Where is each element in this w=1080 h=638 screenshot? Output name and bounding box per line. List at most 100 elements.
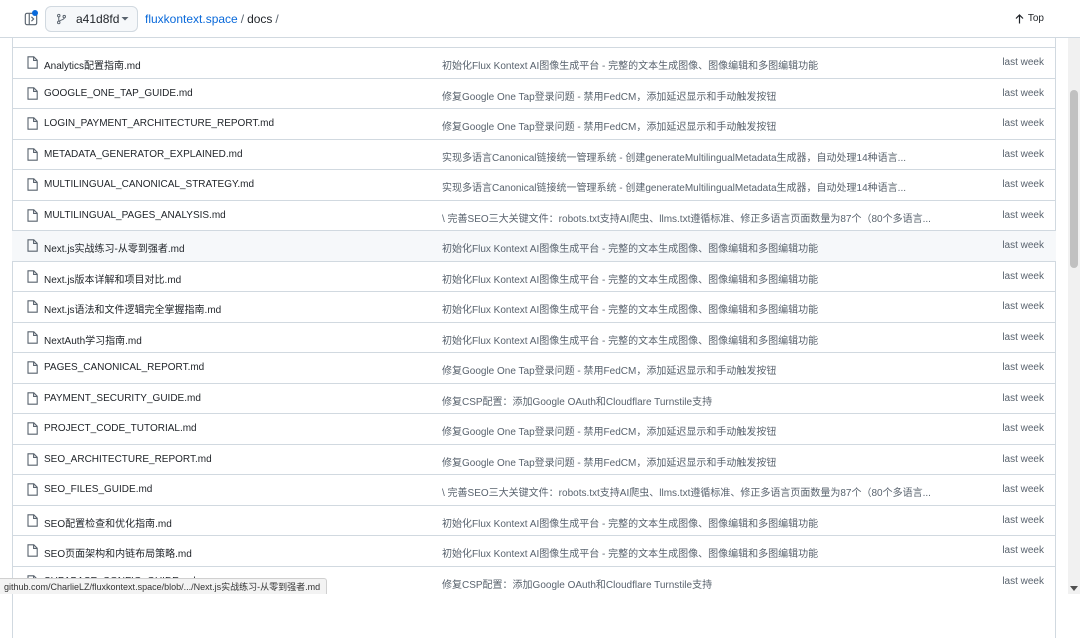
file-icon: [27, 56, 38, 69]
commit-date: last week: [1002, 240, 1044, 251]
table-row[interactable]: SEO_ARCHITECTURE_REPORT.md 修复Google One T…: [12, 443, 1056, 475]
arrow-up-icon: [1015, 13, 1024, 23]
commit-message-link[interactable]: 修复Google One Tap登录问题 - 禁用FedCM，添加延迟显示和手动…: [442, 118, 776, 133]
commit-date: last week: [1002, 423, 1044, 434]
file-icon: [27, 86, 38, 100]
table-row[interactable]: PROJECT_CODE_TUTORIAL.md 修复Google One Tap…: [12, 413, 1056, 444]
table-row[interactable]: SEO_FILES_GUIDE.md \ 完善SEO三大关键文件：robots.t…: [12, 474, 1056, 505]
scrollbar-thumb[interactable]: [1070, 90, 1078, 268]
commit-message-link[interactable]: 初始化Flux Kontext AI图像生成平台 - 完整的文本生成图像、图像编…: [442, 545, 818, 560]
file-icon: [27, 544, 38, 557]
commit-message-link[interactable]: 修复Google One Tap登录问题 - 禁用FedCM，添加延迟显示和手动…: [442, 454, 776, 469]
file-icon: [27, 483, 38, 496]
file-list: Analytics配置指南.md 初始化Flux Kontext AI图像生成平台…: [12, 47, 1056, 596]
expand-file-tree-button[interactable]: [17, 8, 45, 30]
page-scrollbar[interactable]: [1068, 0, 1080, 594]
table-row[interactable]: Analytics配置指南.md 初始化Flux Kontext AI图像生成平台…: [12, 47, 1056, 78]
file-icon: [27, 208, 38, 222]
file-icon-wrap: [27, 56, 38, 72]
file-icon: [27, 147, 38, 161]
file-name-link[interactable]: MULTILINGUAL_PAGES_ANALYSIS.md: [44, 210, 226, 221]
link-status-bar: github.com/CharlieLZ/fluxkontext.space/b…: [0, 578, 328, 594]
file-name-link[interactable]: SEO页面架构和内链布局策略.md: [44, 545, 192, 560]
commit-message-link[interactable]: 初始化Flux Kontext AI图像生成平台 - 完整的文本生成图像、图像编…: [442, 57, 818, 72]
file-name-link[interactable]: LOGIN_PAYMENT_ARCHITECTURE_REPORT.md: [44, 118, 274, 129]
table-row[interactable]: SEO页面架构和内链布局策略.md 初始化Flux Kontext AI图像生成平…: [12, 535, 1056, 566]
commit-message-link[interactable]: 修复CSP配置：添加Google OAuth和Cloudflare Turnst…: [442, 393, 712, 408]
file-icon: [27, 300, 38, 313]
breadcrumb-separator: /: [275, 12, 279, 26]
table-row[interactable]: Next.js实战练习-从零到强者.md 初始化Flux Kontext AI图像…: [12, 230, 1056, 261]
file-icon-wrap: [27, 361, 38, 377]
file-icon: [27, 513, 38, 527]
file-name-link[interactable]: Analytics配置指南.md: [44, 57, 141, 72]
commit-date: last week: [1002, 331, 1044, 343]
file-name-link[interactable]: SEO配置检查和优化指南.md: [44, 515, 172, 530]
file-name-link[interactable]: Next.js版本详解和项目对比.md: [44, 271, 181, 286]
commit-date: last week: [1002, 148, 1044, 160]
file-icon-wrap: [27, 513, 38, 530]
file-icon-wrap: [27, 544, 38, 560]
file-name-link[interactable]: SEO_ARCHITECTURE_REPORT.md: [44, 454, 212, 465]
commit-message-link[interactable]: 初始化Flux Kontext AI图像生成平台 - 完整的文本生成图像、图像编…: [442, 515, 818, 530]
commit-message-link[interactable]: 初始化Flux Kontext AI图像生成平台 - 完整的文本生成图像、图像编…: [442, 301, 818, 316]
commit-date: last week: [1002, 57, 1044, 68]
table-row[interactable]: Next.js版本详解和项目对比.md 初始化Flux Kontext AI图像生…: [12, 260, 1056, 292]
table-row[interactable]: SEO配置检查和优化指南.md 初始化Flux Kontext AI图像生成平台 …: [12, 504, 1056, 536]
table-row[interactable]: MULTILINGUAL_PAGES_ANALYSIS.md \ 完善SEO三大关…: [12, 199, 1056, 231]
file-icon: [27, 391, 38, 405]
commit-date: last week: [1002, 453, 1044, 465]
table-row[interactable]: MULTILINGUAL_CANONICAL_STRATEGY.md 实现多语言C…: [12, 169, 1056, 200]
table-row[interactable]: PAGES_CANONICAL_REPORT.md 修复Google One Ta…: [12, 352, 1056, 383]
scroll-down-arrow-icon[interactable]: [1070, 586, 1078, 591]
file-name-link[interactable]: NextAuth学习指南.md: [44, 332, 142, 347]
file-name-link[interactable]: Next.js实战练习-从零到强者.md: [44, 240, 185, 255]
commit-date: last week: [1002, 362, 1044, 373]
file-icon: [27, 361, 38, 374]
commit-date: last week: [1002, 514, 1044, 526]
commit-date: last week: [1002, 301, 1044, 312]
commit-message-link[interactable]: 实现多语言Canonical链接统一管理系统 - 创建generateMulti…: [442, 149, 906, 164]
branch-name: a41d8fd: [76, 12, 120, 26]
file-icon-wrap: [27, 239, 38, 255]
file-icon: [27, 422, 38, 435]
breadcrumb-current-dir: docs: [247, 12, 273, 26]
table-row[interactable]: METADATA_GENERATOR_EXPLAINED.md 实现多语言Cano…: [12, 138, 1056, 170]
chevron-down-icon: [121, 17, 129, 21]
file-icon: [27, 239, 38, 252]
table-row[interactable]: Next.js语法和文件逻辑完全掌握指南.md 初始化Flux Kontext A…: [12, 291, 1056, 322]
branch-selector[interactable]: a41d8fd: [45, 6, 138, 32]
commit-message-link[interactable]: \ 完善SEO三大关键文件：robots.txt支持AI爬虫、llms.txt遵…: [442, 484, 931, 499]
file-name-link[interactable]: MULTILINGUAL_CANONICAL_STRATEGY.md: [44, 179, 254, 190]
commit-message-link[interactable]: 修复Google One Tap登录问题 - 禁用FedCM，添加延迟显示和手动…: [442, 423, 776, 438]
commit-message-link[interactable]: 初始化Flux Kontext AI图像生成平台 - 完整的文本生成图像、图像编…: [442, 271, 818, 286]
commit-date: last week: [1002, 179, 1044, 190]
file-icon-wrap: [27, 269, 38, 286]
file-name-link[interactable]: PAGES_CANONICAL_REPORT.md: [44, 362, 204, 373]
file-name-link[interactable]: SEO_FILES_GUIDE.md: [44, 484, 152, 495]
commit-message-link[interactable]: 修复Google One Tap登录问题 - 禁用FedCM，添加延迟显示和手动…: [442, 88, 776, 103]
table-row[interactable]: PAYMENT_SECURITY_GUIDE.md 修复CSP配置：添加Googl…: [12, 382, 1056, 414]
commit-message-link[interactable]: 修复Google One Tap登录问题 - 禁用FedCM，添加延迟显示和手动…: [442, 362, 776, 377]
top-button[interactable]: Top: [1015, 13, 1044, 24]
table-row[interactable]: NextAuth学习指南.md 初始化Flux Kontext AI图像生成平台 …: [12, 321, 1056, 353]
breadcrumb-repo-link[interactable]: fluxkontext.space: [145, 12, 238, 26]
notification-dot: [32, 10, 38, 16]
commit-date: last week: [1002, 545, 1044, 556]
commit-message-link[interactable]: 初始化Flux Kontext AI图像生成平台 - 完整的文本生成图像、图像编…: [442, 332, 818, 347]
file-icon-wrap: [27, 422, 38, 438]
file-name-link[interactable]: PROJECT_CODE_TUTORIAL.md: [44, 423, 197, 434]
file-name-link[interactable]: PAYMENT_SECURITY_GUIDE.md: [44, 393, 201, 404]
commit-message-link[interactable]: 实现多语言Canonical链接统一管理系统 - 创建generateMulti…: [442, 179, 906, 194]
file-name-link[interactable]: GOOGLE_ONE_TAP_GUIDE.md: [44, 88, 193, 99]
commit-message-link[interactable]: 初始化Flux Kontext AI图像生成平台 - 完整的文本生成图像、图像编…: [442, 240, 818, 255]
commit-message-link[interactable]: 修复CSP配置：添加Google OAuth和Cloudflare Turnst…: [442, 576, 712, 591]
table-row[interactable]: GOOGLE_ONE_TAP_GUIDE.md 修复Google One Tap登…: [12, 77, 1056, 109]
file-name-link[interactable]: Next.js语法和文件逻辑完全掌握指南.md: [44, 301, 221, 316]
commit-date: last week: [1002, 575, 1044, 587]
file-icon-wrap: [27, 117, 38, 133]
file-icon-wrap: [27, 391, 38, 408]
table-row[interactable]: LOGIN_PAYMENT_ARCHITECTURE_REPORT.md 修复Go…: [12, 108, 1056, 139]
file-name-link[interactable]: METADATA_GENERATOR_EXPLAINED.md: [44, 149, 243, 160]
commit-message-link[interactable]: \ 完善SEO三大关键文件：robots.txt支持AI爬虫、llms.txt遵…: [442, 210, 931, 225]
